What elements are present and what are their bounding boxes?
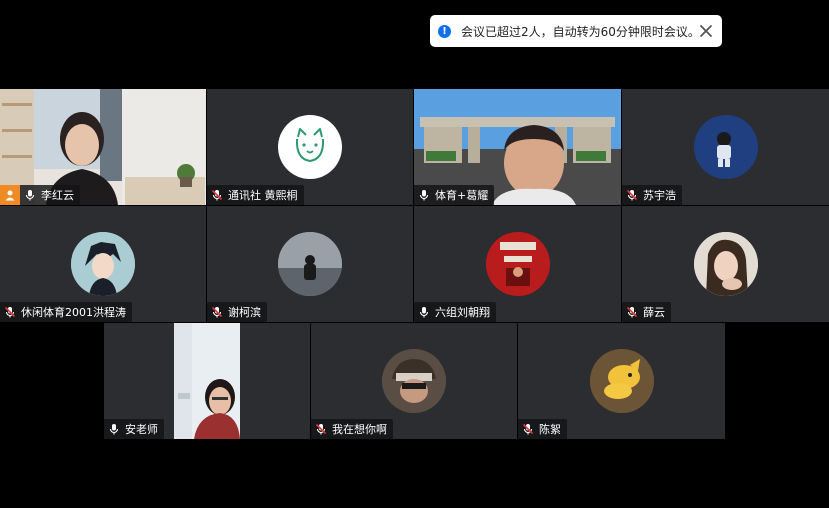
participant-tile[interactable]: 苏宇浩 bbox=[622, 89, 829, 205]
host-icon bbox=[0, 185, 20, 205]
participant-name-tag: 我在想你啊 bbox=[311, 419, 393, 439]
participant-tile[interactable]: 薛云 bbox=[622, 206, 829, 322]
participant-name-tag: 薛云 bbox=[622, 302, 671, 322]
participant-name: 安老师 bbox=[125, 423, 158, 436]
participant-tile[interactable]: 陈絮 bbox=[518, 323, 725, 439]
meeting-time-limit-notification: ! 会议已超过2人，自动转为60分钟限时会议。 bbox=[430, 15, 722, 47]
mic-icon bbox=[419, 189, 429, 201]
participant-name: 陈絮 bbox=[539, 423, 561, 436]
participant-name: 苏宇浩 bbox=[643, 189, 676, 202]
mic-muted-icon bbox=[4, 306, 16, 318]
mic-icon bbox=[109, 423, 119, 435]
mic-muted-icon bbox=[211, 189, 223, 201]
mic-muted-icon bbox=[626, 189, 638, 201]
participant-name: 体育+葛耀 bbox=[435, 189, 489, 202]
participant-avatar bbox=[693, 115, 758, 179]
participant-tile[interactable]: 休闲体育2001洪程涛 bbox=[0, 206, 206, 322]
mic-muted-icon bbox=[626, 306, 638, 318]
mic-muted-icon bbox=[211, 306, 223, 318]
participant-name-tag: 体育+葛耀 bbox=[414, 185, 495, 205]
participant-name-tag: 六组刘朝翔 bbox=[414, 302, 496, 322]
participant-avatar bbox=[71, 232, 135, 296]
participant-name-tag: 通讯社 黄熙桐 bbox=[207, 185, 304, 205]
dog-icon bbox=[295, 128, 325, 163]
participant-avatar bbox=[589, 349, 654, 413]
participant-avatar bbox=[693, 232, 758, 296]
mic-muted-icon bbox=[315, 423, 327, 435]
mic-muted-icon bbox=[522, 423, 534, 435]
participant-avatar bbox=[485, 232, 550, 296]
participant-tile[interactable]: 我在想你啊 bbox=[311, 323, 517, 439]
mic-icon bbox=[419, 306, 429, 318]
participant-name: 六组刘朝翔 bbox=[435, 306, 490, 319]
participant-name: 谢柯滨 bbox=[228, 306, 261, 319]
participant-name-tag: 苏宇浩 bbox=[622, 185, 682, 205]
participant-tile[interactable]: 安老师 bbox=[104, 323, 310, 439]
participant-tile[interactable]: 通讯社 黄熙桐 bbox=[207, 89, 413, 205]
participant-name: 李红云 bbox=[41, 189, 74, 202]
participant-avatar bbox=[278, 232, 342, 296]
close-icon[interactable] bbox=[698, 23, 714, 39]
participant-name: 休闲体育2001洪程涛 bbox=[21, 306, 126, 319]
mic-icon bbox=[25, 189, 35, 201]
participant-video bbox=[174, 323, 240, 439]
participant-name-tag: 安老师 bbox=[104, 419, 164, 439]
participant-name-tag: 休闲体育2001洪程涛 bbox=[0, 302, 132, 322]
participant-name: 通讯社 黄熙桐 bbox=[228, 189, 298, 202]
participant-tile-active-speaker[interactable]: 体育+葛耀 bbox=[414, 89, 621, 205]
participant-name: 我在想你啊 bbox=[332, 423, 387, 436]
participant-avatar bbox=[278, 115, 342, 179]
participant-name: 薛云 bbox=[643, 306, 665, 319]
participant-avatar bbox=[382, 349, 446, 413]
participant-tile[interactable]: 六组刘朝翔 bbox=[414, 206, 621, 322]
notification-message: 会议已超过2人，自动转为60分钟限时会议。 bbox=[461, 24, 692, 39]
participant-tile[interactable]: 李红云 bbox=[0, 89, 206, 205]
participant-name-tag: 谢柯滨 bbox=[207, 302, 267, 322]
participant-name-tag: 李红云 bbox=[0, 185, 80, 205]
participant-name-tag: 陈絮 bbox=[518, 419, 567, 439]
info-icon: ! bbox=[438, 24, 451, 38]
participant-tile[interactable]: 谢柯滨 bbox=[207, 206, 413, 322]
